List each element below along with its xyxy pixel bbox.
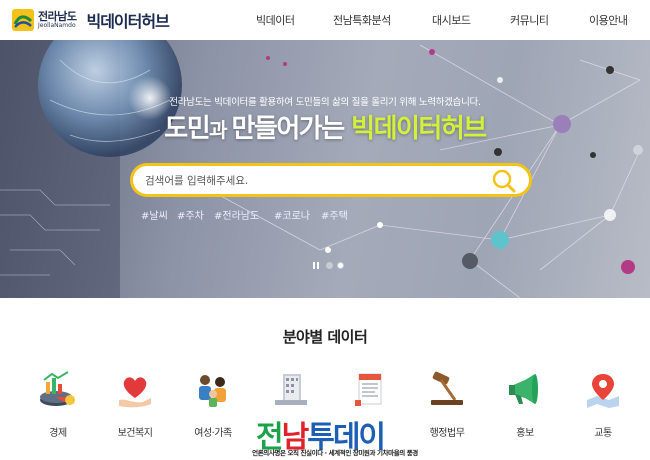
tag-parking[interactable]: #주차	[177, 207, 204, 222]
hero-banner: 전라남도는 빅데이터를 활용하여 도민들의 삶의 질을 올리기 위해 노력하겠습…	[0, 40, 650, 298]
category-promotion[interactable]: 홍보	[486, 365, 556, 440]
tag-jeollanamdo[interactable]: #전라남도	[214, 207, 259, 222]
gavel-icon	[431, 371, 463, 405]
site-header: 전라남도 JeollaNamdo 빅데이터허브 빅데이터 전남특화분석 대시보드…	[0, 0, 650, 40]
nav-item-community[interactable]: 커뮤니티	[510, 12, 549, 28]
category-women-family[interactable]: 여성·가족	[174, 365, 244, 440]
category-label: 경제	[49, 428, 67, 439]
document-icon	[355, 373, 382, 406]
category-label: 보건복지	[117, 428, 153, 439]
search-icon[interactable]	[491, 168, 517, 194]
pause-icon[interactable]	[313, 262, 315, 269]
watermark-tagline: 언론의사명은 오직 진실이다 · 세계적인 장미원과 기차마을의 풍경	[252, 449, 418, 457]
nav-item-guide[interactable]: 이용안내	[589, 12, 628, 28]
family-icon	[199, 375, 226, 407]
heart-hand-icon	[119, 377, 151, 408]
section-title: 분야별 데이터	[282, 328, 368, 346]
nav-item-special-analysis[interactable]: 전남특화분석	[333, 12, 391, 28]
tag-corona[interactable]: #코로나	[274, 207, 310, 222]
hero-title-part3: 만들어가는	[231, 114, 352, 144]
main-nav: 빅데이터 전남특화분석 대시보드 커뮤니티 이용안내	[0, 12, 650, 28]
nav-item-bigdata[interactable]: 빅데이터	[256, 12, 295, 28]
building-icon	[275, 374, 307, 405]
news-watermark: 전남투데이 언론의사명은 오직 진실이다 · 세계적인 장미원과 기차마을의 풍…	[240, 410, 430, 460]
slide-dot-2[interactable]	[337, 262, 344, 269]
search-box	[130, 163, 532, 197]
slide-dot-1[interactable]	[326, 262, 333, 269]
hero-title-part2: 과	[209, 118, 232, 142]
nav-item-dashboard[interactable]: 대시보드	[432, 12, 471, 28]
search-input[interactable]	[145, 171, 485, 191]
category-economy[interactable]: 경제	[19, 365, 89, 440]
tag-housing[interactable]: #주택	[321, 207, 348, 222]
megaphone-icon	[509, 374, 538, 404]
category-label: 홍보	[516, 428, 534, 439]
hero-title-part1: 도민	[164, 114, 210, 144]
category-health-welfare[interactable]: 보건복지	[96, 365, 166, 440]
hero-subtitle: 전라남도는 빅데이터를 활용하여 도민들의 삶의 질을 올리기 위해 노력하겠습…	[169, 97, 481, 108]
map-pin-icon	[587, 374, 619, 408]
pause-icon-bar	[317, 262, 319, 269]
hero-title: 도민과 만들어가는 빅데이터허브	[0, 108, 650, 145]
economy-coins-icon	[40, 371, 75, 406]
category-label: 교통	[594, 428, 612, 439]
tag-weather[interactable]: #날씨	[141, 207, 168, 222]
hero-title-part4: 빅데이터허브	[351, 114, 487, 144]
slider-controls	[311, 261, 351, 271]
category-transportation[interactable]: 교통	[564, 365, 634, 440]
